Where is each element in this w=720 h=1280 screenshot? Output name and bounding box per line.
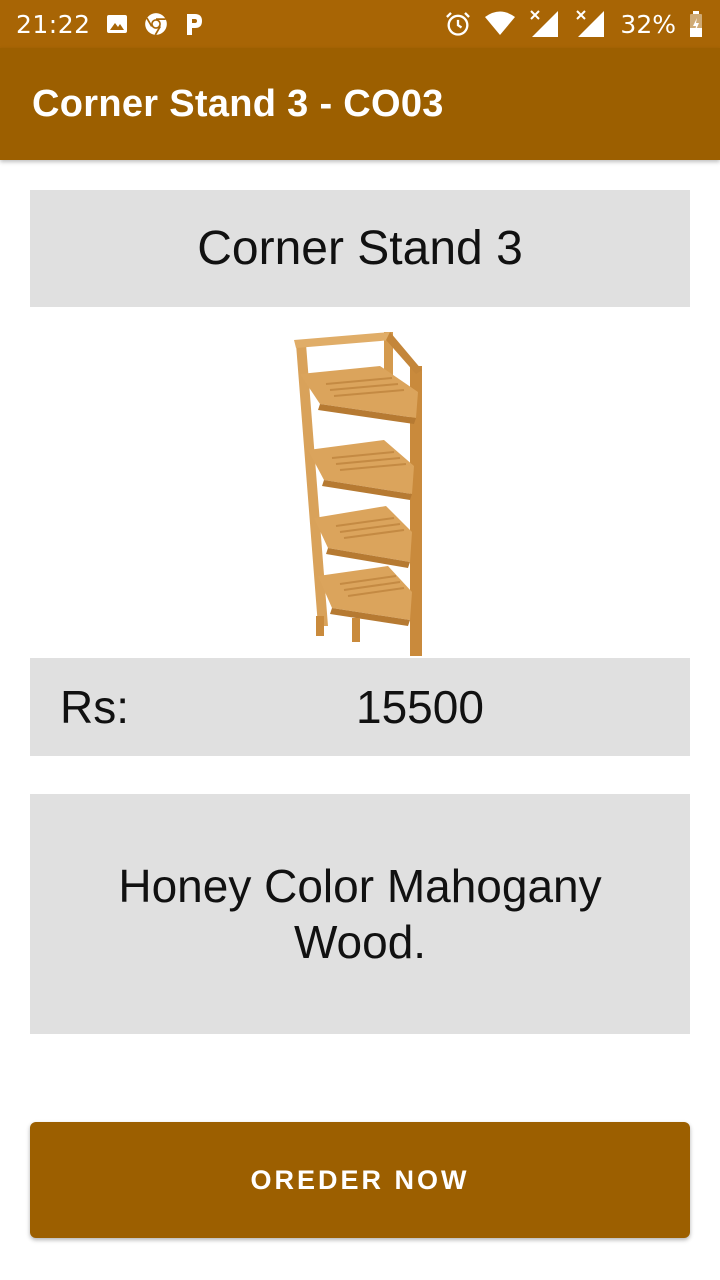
product-description: Honey Color Mahogany Wood.: [118, 860, 602, 968]
order-now-button[interactable]: OREDER NOW: [30, 1122, 690, 1238]
status-left-group: 21:22: [16, 10, 205, 39]
image-icon: [105, 12, 129, 36]
alarm-icon: [444, 10, 472, 38]
status-right-group: 32%: [444, 9, 704, 39]
signal-2-no-data-icon: [574, 9, 608, 39]
price-panel: Rs: 15500: [30, 658, 690, 756]
app-bar: Corner Stand 3 - CO03: [0, 48, 720, 160]
chrome-icon: [143, 11, 169, 37]
battery-charging-icon: [688, 10, 704, 38]
product-name-panel: Corner Stand 3: [30, 190, 690, 307]
price-label: Rs:: [60, 681, 129, 733]
app-bar-title: Corner Stand 3 - CO03: [32, 82, 444, 125]
product-name: Corner Stand 3: [197, 222, 523, 275]
status-bar: 21:22 32%: [0, 0, 720, 48]
status-time: 21:22: [16, 9, 91, 39]
description-panel: Honey Color Mahogany Wood.: [30, 794, 690, 1034]
signal-1-no-data-icon: [528, 9, 562, 39]
battery-percent: 32%: [620, 9, 676, 39]
wooden-corner-stand-image: [280, 326, 440, 658]
wifi-icon: [484, 11, 516, 37]
parking-p-icon: [183, 11, 205, 37]
price-value: 15500: [356, 681, 484, 733]
